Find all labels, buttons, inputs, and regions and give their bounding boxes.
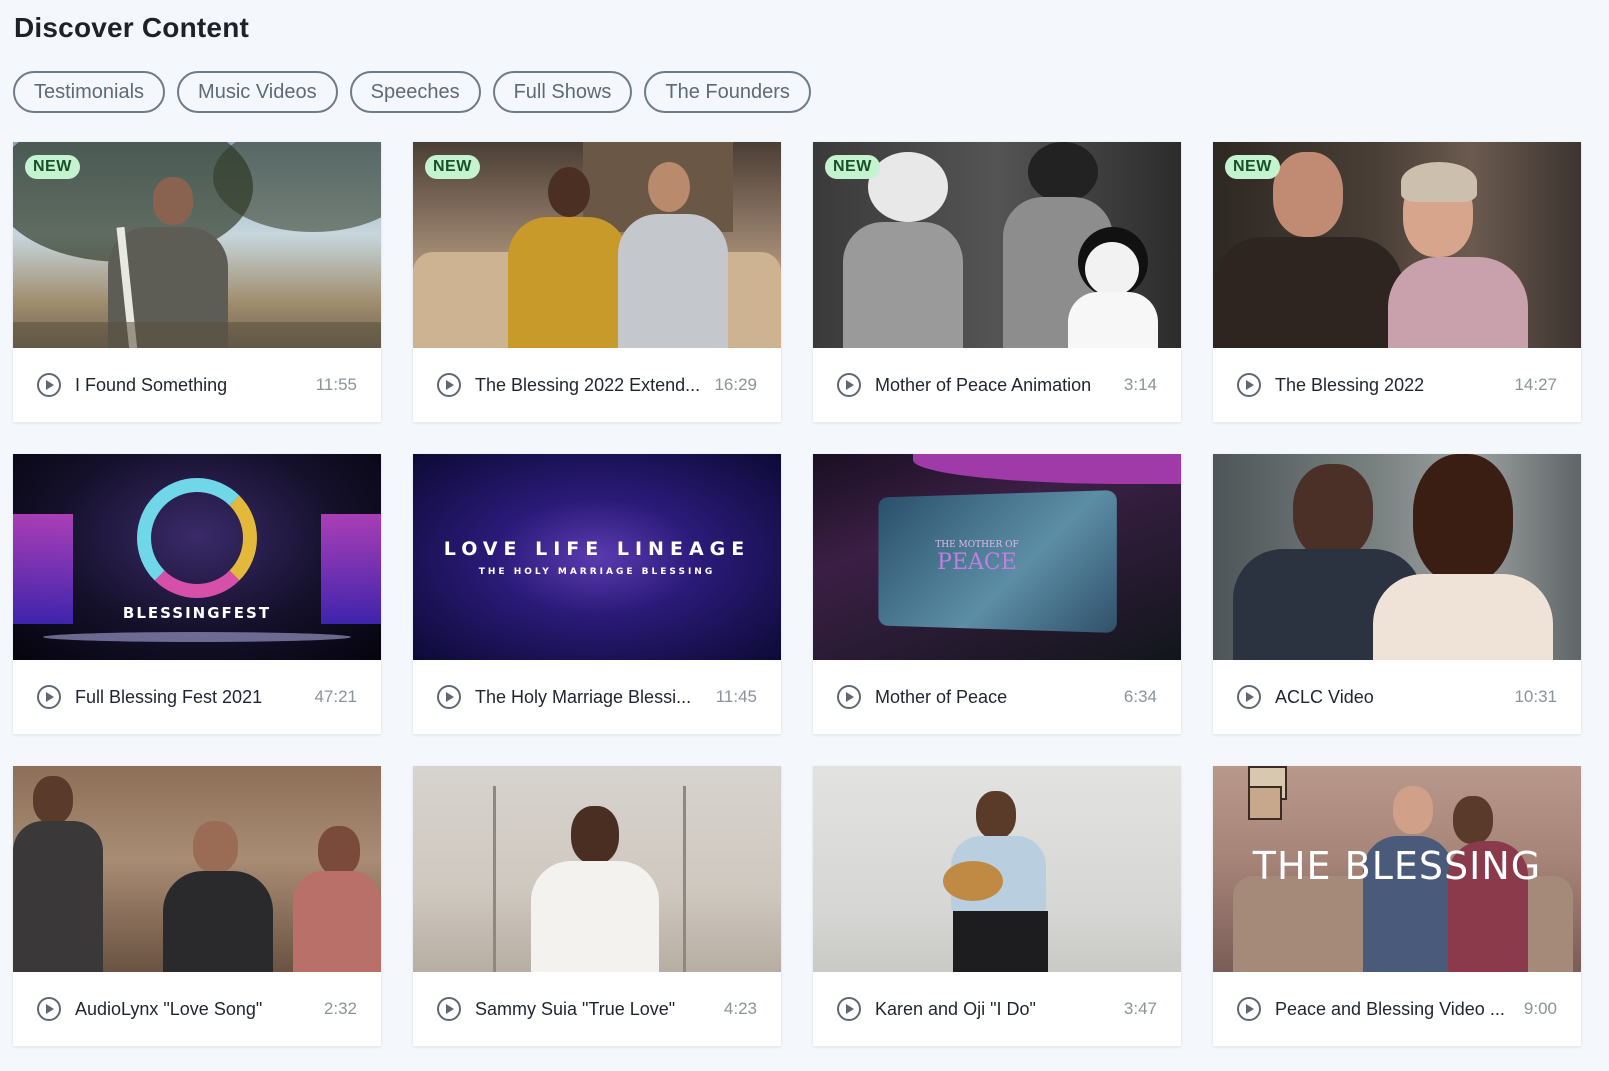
- video-title: The Holy Marriage Blessi...: [475, 686, 692, 707]
- video-thumbnail[interactable]: BLESSINGFEST: [13, 454, 381, 660]
- video-title: Mother of Peace Animation: [875, 374, 1092, 395]
- video-thumbnail[interactable]: [1213, 454, 1581, 660]
- video-card[interactable]: Sammy Suia "True Love" 4:23: [413, 766, 781, 1046]
- filter-speeches[interactable]: Speeches: [349, 71, 481, 113]
- video-thumbnail[interactable]: THE MOTHER OF PEACE: [813, 454, 1181, 660]
- filter-chips: Testimonials Music Videos Speeches Full …: [13, 71, 811, 113]
- video-card[interactable]: NEW Mother of Peace Animation 3:14: [813, 142, 1181, 422]
- video-thumbnail[interactable]: THE BLESSING: [1213, 766, 1581, 972]
- video-duration: 3:14: [1123, 375, 1157, 394]
- thumbnail-text: LOVE LIFE LINEAGE: [443, 538, 751, 560]
- video-duration: 10:31: [1514, 687, 1557, 706]
- video-duration: 6:34: [1123, 687, 1157, 706]
- play-circle-icon: [37, 685, 61, 709]
- play-circle-icon: [437, 997, 461, 1021]
- video-title: Sammy Suia "True Love": [475, 998, 676, 1019]
- video-thumbnail[interactable]: LOVE LIFE LINEAGE THE HOLY MARRIAGE BLES…: [413, 454, 781, 660]
- video-duration: 9:00: [1523, 999, 1557, 1018]
- filter-full-shows[interactable]: Full Shows: [492, 71, 633, 113]
- video-thumbnail[interactable]: NEW: [413, 142, 781, 348]
- video-card[interactable]: NEW The Blessing 2022 14:27: [1213, 142, 1581, 422]
- play-circle-icon: [1237, 685, 1261, 709]
- thumbnail-text: THE BLESSING: [1252, 844, 1542, 888]
- video-thumbnail[interactable]: NEW: [13, 142, 381, 348]
- video-duration: 16:29: [714, 375, 757, 394]
- video-title: I Found Something: [75, 374, 228, 395]
- play-circle-icon: [37, 373, 61, 397]
- play-circle-icon: [437, 373, 461, 397]
- video-thumbnail[interactable]: [13, 766, 381, 972]
- video-title: Karen and Oji "I Do": [875, 998, 1036, 1019]
- filter-the-founders[interactable]: The Founders: [644, 71, 811, 113]
- play-circle-icon: [37, 997, 61, 1021]
- video-card[interactable]: LOVE LIFE LINEAGE THE HOLY MARRIAGE BLES…: [413, 454, 781, 734]
- video-title: AudioLynx "Love Song": [75, 998, 263, 1019]
- video-title: The Blessing 2022: [1275, 374, 1425, 395]
- video-title: Full Blessing Fest 2021: [75, 686, 263, 707]
- thumbnail-subtext: PEACE: [937, 550, 1017, 575]
- video-card[interactable]: THE BLESSING Peace and Blessing Video ..…: [1213, 766, 1581, 1046]
- play-circle-icon: [1237, 373, 1261, 397]
- play-circle-icon: [437, 685, 461, 709]
- video-card[interactable]: NEW I Found Something 11:55: [13, 142, 381, 422]
- video-title: ACLC Video: [1275, 686, 1374, 707]
- thumbnail-text: BLESSINGFEST: [122, 604, 272, 622]
- video-duration: 47:21: [314, 687, 357, 706]
- video-card[interactable]: AudioLynx "Love Song" 2:32: [13, 766, 381, 1046]
- video-duration: 4:23: [723, 999, 757, 1018]
- discover-page: Discover Content Testimonials Music Vide…: [0, 0, 1609, 1071]
- video-thumbnail[interactable]: NEW: [1213, 142, 1581, 348]
- video-title: Peace and Blessing Video ...: [1275, 998, 1505, 1019]
- play-circle-icon: [837, 685, 861, 709]
- video-card[interactable]: BLESSINGFEST Full Blessing Fest 2021 47:…: [13, 454, 381, 734]
- video-thumbnail[interactable]: [813, 766, 1181, 972]
- video-card[interactable]: THE MOTHER OF PEACE Mother of Peace 6:34: [813, 454, 1181, 734]
- video-duration: 11:45: [715, 687, 757, 706]
- video-duration: 2:32: [323, 999, 357, 1018]
- play-circle-icon: [837, 997, 861, 1021]
- video-duration: 14:27: [1514, 375, 1557, 394]
- video-thumbnail[interactable]: [413, 766, 781, 972]
- new-badge: NEW: [25, 155, 80, 179]
- video-duration: 3:47: [1123, 999, 1157, 1018]
- video-card[interactable]: NEW The Blessing 2022 Extend... 16:29: [413, 142, 781, 422]
- video-grid: NEW I Found Something 11:55 NEW The Bles…: [13, 142, 1581, 1046]
- play-circle-icon: [837, 373, 861, 397]
- filter-music-videos[interactable]: Music Videos: [177, 71, 338, 113]
- new-badge: NEW: [1225, 155, 1280, 179]
- thumbnail-text: THE MOTHER OF: [935, 540, 1019, 550]
- play-circle-icon: [1237, 997, 1261, 1021]
- thumbnail-subtext: THE HOLY MARRIAGE BLESSING: [478, 567, 716, 577]
- video-title: Mother of Peace: [875, 686, 1008, 707]
- video-card[interactable]: ACLC Video 10:31: [1213, 454, 1581, 734]
- video-card[interactable]: Karen and Oji "I Do" 3:47: [813, 766, 1181, 1046]
- video-thumbnail[interactable]: NEW: [813, 142, 1181, 348]
- video-title: The Blessing 2022 Extend...: [475, 374, 701, 395]
- page-title: Discover Content: [14, 12, 250, 43]
- video-duration: 11:55: [315, 375, 357, 394]
- filter-testimonials[interactable]: Testimonials: [13, 71, 166, 113]
- new-badge: NEW: [425, 155, 480, 179]
- new-badge: NEW: [825, 155, 880, 179]
